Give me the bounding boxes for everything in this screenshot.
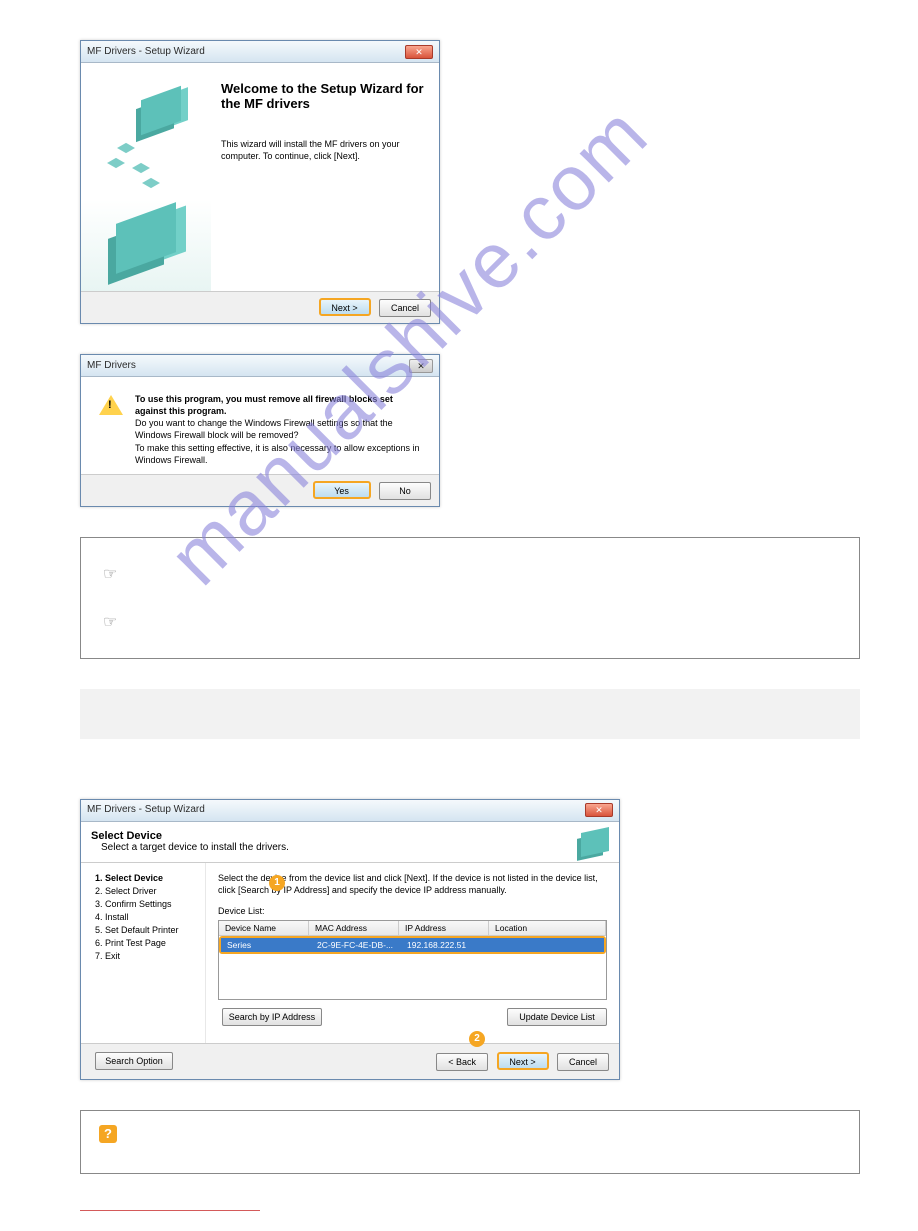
select-device-dialog: MF Drivers - Setup Wizard ✕ Select Devic… [80,799,620,1080]
device-row[interactable]: Series 2C-9E-FC-4E-DB-... 192.168.222.51 [221,938,604,952]
dialog-title-text: MF Drivers [87,355,136,377]
step-item: Confirm Settings [105,899,199,909]
wizard-steps-list: Select Device Select Driver Confirm Sett… [81,863,206,1043]
col-location: Location [489,921,606,935]
msg-bold: To use this program, you must remove all… [135,394,393,416]
back-button[interactable]: < Back [436,1053,488,1071]
step-item: Select Driver [105,886,199,896]
dialog-titlebar: MF Drivers - Setup Wizard ✕ [81,41,439,63]
step-item: Exit [105,951,199,961]
callout-badge-1: 1 [269,875,285,891]
help-box: ? [80,1110,860,1174]
close-icon[interactable]: ✕ [585,803,613,817]
close-icon[interactable]: ✕ [405,45,433,59]
device-list[interactable]: Device Name MAC Address IP Address Locat… [218,920,607,1000]
wizard-sidebar-image [81,63,211,291]
cancel-button[interactable]: Cancel [379,299,431,317]
yes-button[interactable]: Yes [313,481,371,499]
next-button[interactable]: Next > [319,298,371,316]
dialog-title-text: MF Drivers - Setup Wizard [87,41,205,63]
warning-icon [99,395,123,415]
section-separator [80,689,860,739]
no-button[interactable]: No [379,482,431,500]
setup-wizard-welcome-dialog: MF Drivers - Setup Wizard ✕ Welcome to t… [80,40,440,324]
close-icon[interactable]: ✕ [409,359,433,373]
step-item: Set Default Printer [105,925,199,935]
dialog-heading: Welcome to the Setup Wizard for the MF d… [221,81,425,111]
cell-ip: 192.168.222.51 [401,938,491,952]
pointer-icon: ☞ [103,564,117,584]
note-box: ☞ ☞ [80,537,860,659]
help-icon: ? [99,1125,117,1143]
device-list-label: Device List: [218,906,607,916]
step-item: Print Test Page [105,938,199,948]
dialog-body-text: This wizard will install the MF drivers … [221,139,425,162]
callout-badge-2: 2 [469,1031,485,1047]
col-ip: IP Address [399,921,489,935]
cell-location [491,938,604,952]
product-icon [581,827,609,857]
dialog-subheading: Select a target device to install the dr… [101,842,289,853]
step-item: Install [105,912,199,922]
dialog-title-text: MF Drivers - Setup Wizard [87,799,205,821]
col-device-name: Device Name [219,921,309,935]
search-by-ip-button[interactable]: Search by IP Address [222,1008,322,1026]
dialog-titlebar: MF Drivers ✕ [81,355,439,377]
update-device-list-button[interactable]: Update Device List [507,1008,607,1026]
step-item: Select Device [105,873,199,883]
cell-device-name: Series [221,938,311,952]
cancel-button[interactable]: Cancel [557,1053,609,1071]
pointer-icon: ☞ [103,612,117,632]
msg-rest: Do you want to change the Windows Firewa… [135,418,419,464]
cell-mac: 2C-9E-FC-4E-DB-... [311,938,401,952]
footer-rule [80,1210,260,1211]
dialog-heading: Select Device [91,830,162,842]
dialog-titlebar: MF Drivers - Setup Wizard ✕ [81,800,619,822]
firewall-confirm-dialog: MF Drivers ✕ To use this program, you mu… [80,354,440,507]
col-mac: MAC Address [309,921,399,935]
next-button[interactable]: Next > [497,1052,549,1070]
search-option-button[interactable]: Search Option [95,1052,173,1070]
